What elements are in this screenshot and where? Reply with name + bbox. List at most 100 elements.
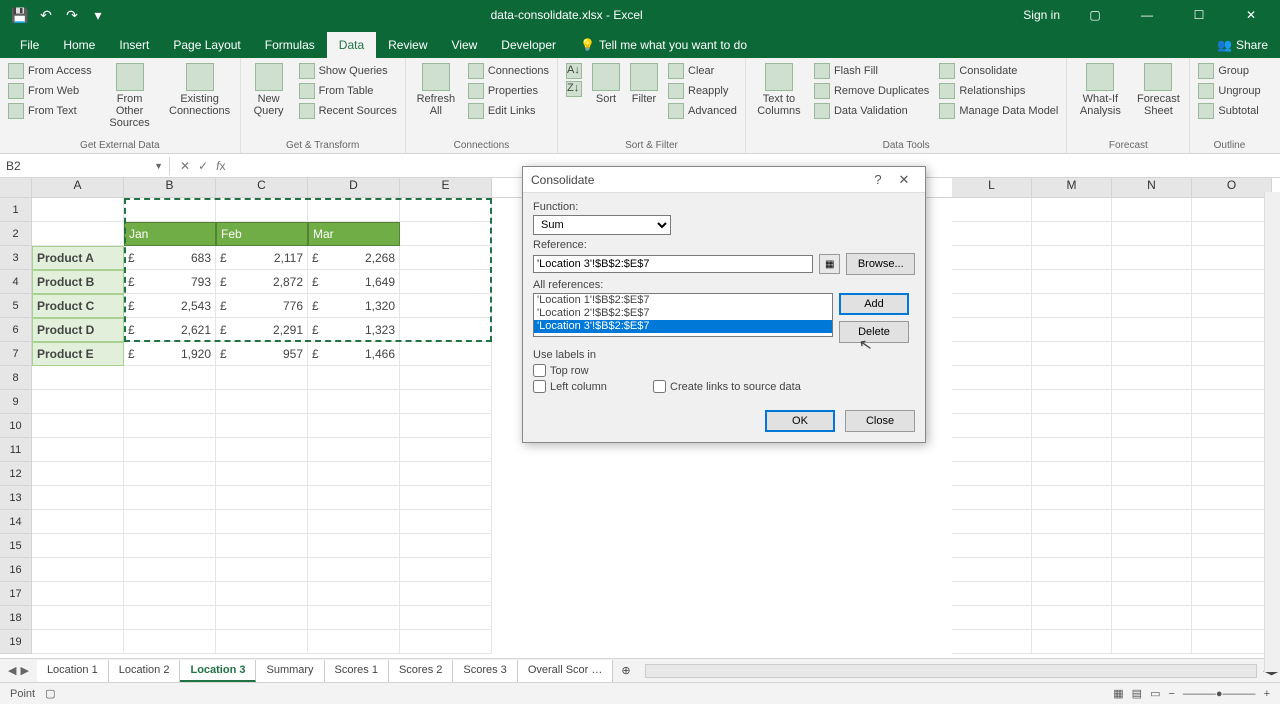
from-web-button[interactable]: From Web [6, 82, 94, 100]
cell[interactable]: Product A [32, 246, 124, 270]
cell[interactable] [400, 606, 492, 630]
cell[interactable] [124, 438, 216, 462]
cell[interactable] [1192, 486, 1272, 510]
cell[interactable] [952, 486, 1032, 510]
cell[interactable]: Product D [32, 318, 124, 342]
cell[interactable] [1032, 222, 1112, 246]
cell[interactable] [1032, 606, 1112, 630]
cell[interactable] [216, 606, 308, 630]
chevron-down-icon[interactable]: ▼ [154, 161, 163, 171]
cell[interactable] [1112, 198, 1192, 222]
cell[interactable] [1112, 246, 1192, 270]
whatif-button[interactable]: What-If Analysis [1073, 62, 1127, 118]
col-header[interactable]: L [952, 178, 1032, 197]
left-column-checkbox[interactable]: Left column [533, 380, 633, 393]
cell[interactable] [952, 414, 1032, 438]
cell[interactable] [32, 486, 124, 510]
cell[interactable] [1112, 222, 1192, 246]
col-header[interactable]: O [1192, 178, 1272, 197]
cell[interactable] [308, 462, 400, 486]
sheet-tab[interactable]: Scores 3 [453, 660, 517, 682]
cell[interactable]: £1,320 [308, 294, 400, 318]
sort-button[interactable]: Sort [590, 62, 622, 120]
text-to-columns-button[interactable]: Text to Columns [752, 62, 806, 120]
row-header[interactable]: 3 [0, 246, 32, 270]
cell[interactable] [32, 630, 124, 654]
sheet-tab[interactable]: Location 3 [180, 660, 256, 682]
cell[interactable] [1192, 606, 1272, 630]
cell[interactable] [1192, 630, 1272, 654]
cell[interactable] [308, 198, 400, 222]
cell[interactable] [1192, 534, 1272, 558]
range-picker-icon[interactable]: ▦ [819, 254, 841, 274]
recent-sources-button[interactable]: Recent Sources [297, 102, 399, 120]
row-header[interactable]: 2 [0, 222, 32, 246]
cell[interactable]: £2,268 [308, 246, 400, 270]
cell[interactable] [1192, 510, 1272, 534]
fx-icon[interactable]: fx [216, 159, 225, 173]
consolidate-button[interactable]: Consolidate [937, 62, 1060, 80]
cell[interactable]: Feb [216, 222, 308, 246]
tab-formulas[interactable]: Formulas [253, 32, 327, 58]
cell[interactable] [400, 630, 492, 654]
cell[interactable]: £1,920 [124, 342, 216, 366]
reference-input[interactable] [533, 255, 813, 273]
cell[interactable]: Product E [32, 342, 124, 366]
cell[interactable] [216, 414, 308, 438]
cell[interactable] [1192, 270, 1272, 294]
cell[interactable] [1192, 246, 1272, 270]
group-button[interactable]: Group [1196, 62, 1262, 80]
cell[interactable] [1032, 294, 1112, 318]
cell[interactable] [32, 534, 124, 558]
cell[interactable] [124, 414, 216, 438]
sheet-tab[interactable]: Location 2 [109, 660, 181, 682]
close-button[interactable]: Close [845, 410, 915, 432]
cell[interactable] [308, 630, 400, 654]
cell[interactable] [1192, 558, 1272, 582]
cell[interactable] [216, 486, 308, 510]
row-header[interactable]: 1 [0, 198, 32, 222]
cell[interactable] [1112, 630, 1192, 654]
col-header[interactable]: B [124, 178, 216, 197]
tab-nav-next-icon[interactable]: ▶ [20, 664, 28, 677]
share-button[interactable]: 👥 Share [1205, 32, 1280, 58]
view-pagelayout-icon[interactable]: ▤ [1132, 687, 1142, 700]
ungroup-button[interactable]: Ungroup [1196, 82, 1262, 100]
cell[interactable] [308, 366, 400, 390]
cell[interactable] [400, 390, 492, 414]
close-icon[interactable]: ✕ [891, 172, 917, 188]
row-header[interactable]: 9 [0, 390, 32, 414]
cell[interactable] [216, 534, 308, 558]
vertical-scrollbar[interactable] [1264, 192, 1280, 672]
cell[interactable] [124, 630, 216, 654]
cell[interactable] [216, 198, 308, 222]
cell[interactable]: Product B [32, 270, 124, 294]
cell[interactable] [1032, 630, 1112, 654]
col-header[interactable]: N [1112, 178, 1192, 197]
cell[interactable] [216, 438, 308, 462]
list-item[interactable]: 'Location 3'!$B$2:$E$7 [534, 320, 832, 333]
signin-button[interactable]: Sign in [1023, 8, 1060, 22]
cell[interactable] [124, 390, 216, 414]
cell[interactable] [1192, 414, 1272, 438]
cell[interactable] [1032, 270, 1112, 294]
col-header[interactable]: D [308, 178, 400, 197]
cell[interactable] [1032, 198, 1112, 222]
cell[interactable] [1192, 198, 1272, 222]
cell[interactable]: £1,323 [308, 318, 400, 342]
cell[interactable] [400, 318, 492, 342]
cell[interactable] [1112, 318, 1192, 342]
new-sheet-button[interactable]: ⊕ [613, 664, 638, 677]
cell[interactable] [32, 558, 124, 582]
cell[interactable] [400, 414, 492, 438]
cell[interactable] [952, 390, 1032, 414]
row-header[interactable]: 14 [0, 510, 32, 534]
function-select[interactable]: Sum [533, 215, 671, 235]
cell[interactable] [124, 486, 216, 510]
tab-developer[interactable]: Developer [489, 32, 568, 58]
cancel-icon[interactable]: ✕ [180, 159, 190, 173]
minimize-icon[interactable]: — [1130, 8, 1164, 22]
tab-review[interactable]: Review [376, 32, 439, 58]
cell[interactable]: £2,117 [216, 246, 308, 270]
cell[interactable] [1112, 390, 1192, 414]
